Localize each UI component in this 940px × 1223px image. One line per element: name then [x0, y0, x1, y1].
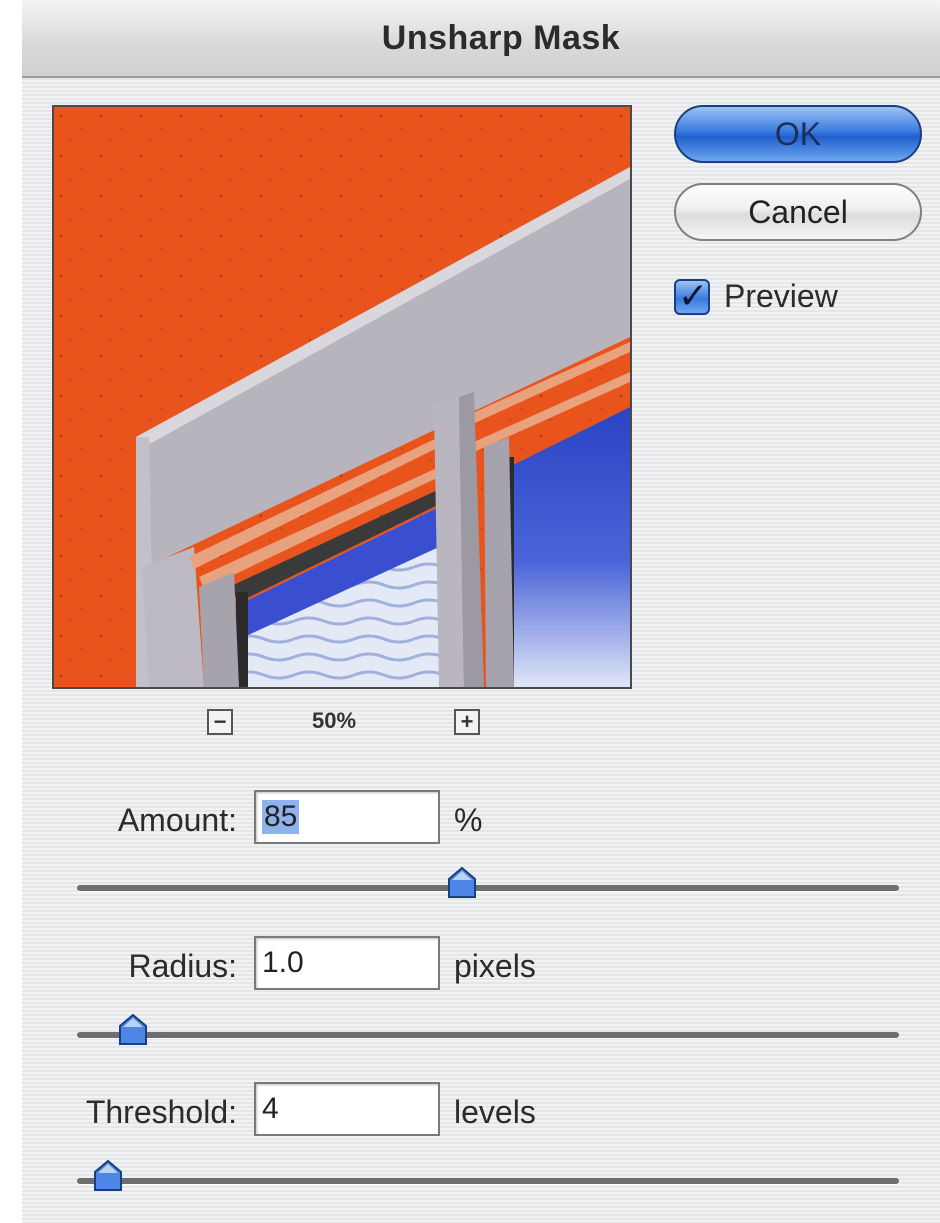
- checkmark-icon: ✓: [678, 274, 709, 316]
- unsharp-mask-dialog: Unsharp Mask − 50% + OK Cancel ✓ Preview…: [0, 0, 940, 1223]
- radius-unit: pixels: [454, 948, 536, 984]
- title-bar[interactable]: Unsharp Mask: [22, 0, 940, 78]
- ok-button-label: OK: [774, 115, 822, 152]
- zoom-in-button[interactable]: +: [454, 709, 480, 735]
- threshold-value: 4: [262, 1092, 279, 1125]
- preview-image[interactable]: [52, 105, 632, 689]
- amount-input[interactable]: 85: [254, 790, 440, 844]
- threshold-unit: levels: [454, 1094, 536, 1130]
- dialog-title: Unsharp Mask: [381, 18, 621, 57]
- threshold-slider-track[interactable]: [77, 1160, 899, 1191]
- ok-button[interactable]: OK: [674, 105, 922, 163]
- preview-checkbox[interactable]: ✓: [674, 275, 710, 316]
- amount-slider-thumb[interactable]: [447, 867, 477, 899]
- amount-value: 85: [262, 800, 300, 834]
- threshold-slider-thumb[interactable]: [93, 1160, 123, 1192]
- preview-checkbox-row[interactable]: ✓ Preview: [674, 275, 838, 316]
- zoom-level: 50%: [312, 708, 357, 733]
- radius-input[interactable]: 1.0: [254, 936, 440, 990]
- radius-slider-track[interactable]: [77, 1014, 899, 1045]
- threshold-input[interactable]: 4: [254, 1082, 440, 1136]
- radius-slider-thumb[interactable]: [118, 1014, 148, 1046]
- zoom-out-icon: −: [213, 709, 227, 734]
- cancel-button[interactable]: Cancel: [674, 183, 922, 241]
- zoom-in-icon: +: [460, 709, 474, 734]
- preview-photo: [54, 107, 630, 687]
- zoom-out-button[interactable]: −: [207, 709, 233, 735]
- radius-value: 1.0: [262, 946, 304, 979]
- amount-label: Amount:: [117, 802, 237, 838]
- cancel-button-label: Cancel: [748, 193, 848, 230]
- radius-label: Radius:: [128, 948, 238, 984]
- amount-slider-track[interactable]: [77, 867, 899, 898]
- amount-unit: %: [454, 802, 483, 838]
- preview-label: Preview: [724, 278, 838, 314]
- threshold-label: Threshold:: [85, 1094, 237, 1130]
